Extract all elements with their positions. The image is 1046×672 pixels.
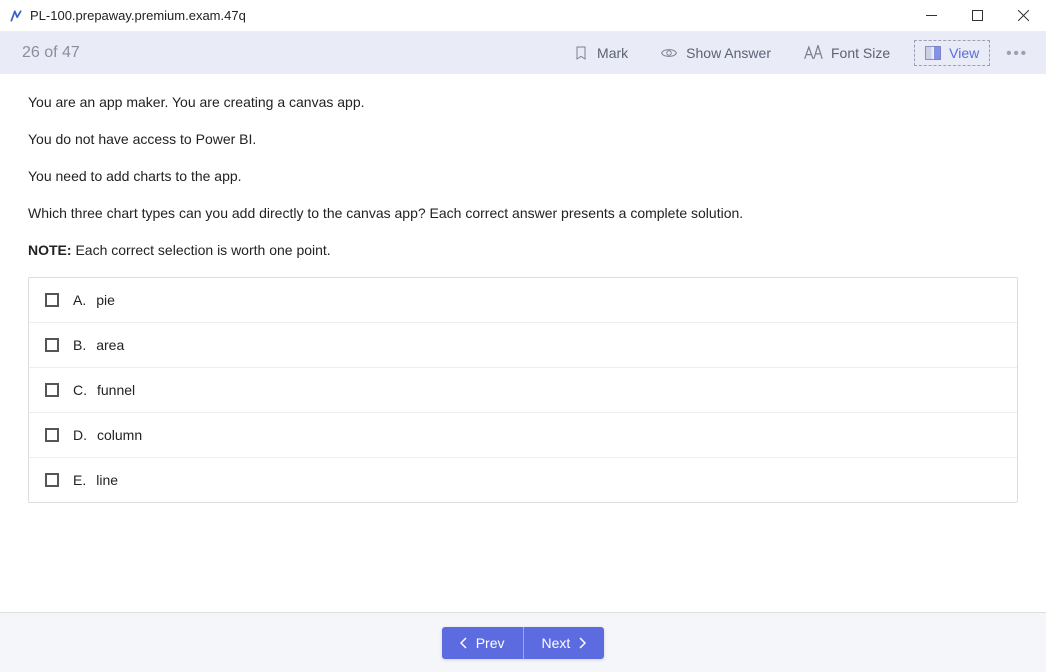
- font-size-button[interactable]: Font Size: [797, 41, 896, 65]
- mark-label: Mark: [597, 45, 628, 61]
- view-button[interactable]: View: [914, 40, 990, 66]
- prev-label: Prev: [476, 635, 505, 651]
- show-answer-label: Show Answer: [686, 45, 771, 61]
- view-layout-icon: [925, 46, 941, 60]
- window-controls: [908, 0, 1046, 31]
- chevron-right-icon: [578, 637, 586, 649]
- checkbox-icon: [45, 293, 59, 307]
- chevron-left-icon: [460, 637, 468, 649]
- option-e[interactable]: E. line: [29, 458, 1017, 502]
- question-text: You are an app maker. You are creating a…: [28, 92, 1018, 261]
- next-button[interactable]: Next: [524, 627, 605, 659]
- option-letter: D.: [73, 427, 87, 443]
- question-paragraph: You are an app maker. You are creating a…: [28, 92, 1018, 113]
- question-paragraph: You need to add charts to the app.: [28, 166, 1018, 187]
- question-paragraph: You do not have access to Power BI.: [28, 129, 1018, 150]
- option-letter: B.: [73, 337, 86, 353]
- checkbox-icon: [45, 383, 59, 397]
- option-letter: C.: [73, 382, 87, 398]
- note-text: Each correct selection is worth one poin…: [72, 242, 331, 258]
- app-icon: [8, 8, 24, 24]
- font-size-label: Font Size: [831, 45, 890, 61]
- option-a[interactable]: A. pie: [29, 278, 1017, 323]
- question-paragraph: Which three chart types can you add dire…: [28, 203, 1018, 224]
- option-text: area: [96, 337, 124, 353]
- option-text: pie: [96, 292, 115, 308]
- close-button[interactable]: [1000, 0, 1046, 31]
- more-button[interactable]: •••: [1002, 45, 1032, 62]
- answer-options: A. pie B. area C. funnel D. column E. li…: [28, 277, 1018, 503]
- window-title: PL-100.prepaway.premium.exam.47q: [30, 8, 908, 23]
- toolbar: 26 of 47 Mark Show Answer Font Size View…: [0, 32, 1046, 74]
- font-size-icon: [803, 45, 823, 61]
- next-label: Next: [542, 635, 571, 651]
- view-label: View: [949, 45, 979, 61]
- prev-button[interactable]: Prev: [442, 627, 524, 659]
- question-counter: 26 of 47: [22, 44, 80, 62]
- option-text: line: [96, 472, 118, 488]
- checkbox-icon: [45, 473, 59, 487]
- window-titlebar: PL-100.prepaway.premium.exam.47q: [0, 0, 1046, 32]
- option-b[interactable]: B. area: [29, 323, 1017, 368]
- show-answer-button[interactable]: Show Answer: [654, 40, 777, 66]
- mark-button[interactable]: Mark: [567, 41, 634, 65]
- option-d[interactable]: D. column: [29, 413, 1017, 458]
- eye-icon: [660, 44, 678, 62]
- checkbox-icon: [45, 338, 59, 352]
- option-letter: A.: [73, 292, 86, 308]
- question-note: NOTE: Each correct selection is worth on…: [28, 240, 1018, 261]
- note-label: NOTE:: [28, 242, 72, 258]
- checkbox-icon: [45, 428, 59, 442]
- maximize-button[interactable]: [954, 0, 1000, 31]
- option-letter: E.: [73, 472, 86, 488]
- bottom-nav: Prev Next: [0, 612, 1046, 672]
- option-c[interactable]: C. funnel: [29, 368, 1017, 413]
- option-text: funnel: [97, 382, 135, 398]
- bookmark-icon: [573, 45, 589, 61]
- minimize-button[interactable]: [908, 0, 954, 31]
- question-content: You are an app maker. You are creating a…: [0, 74, 1046, 612]
- option-text: column: [97, 427, 142, 443]
